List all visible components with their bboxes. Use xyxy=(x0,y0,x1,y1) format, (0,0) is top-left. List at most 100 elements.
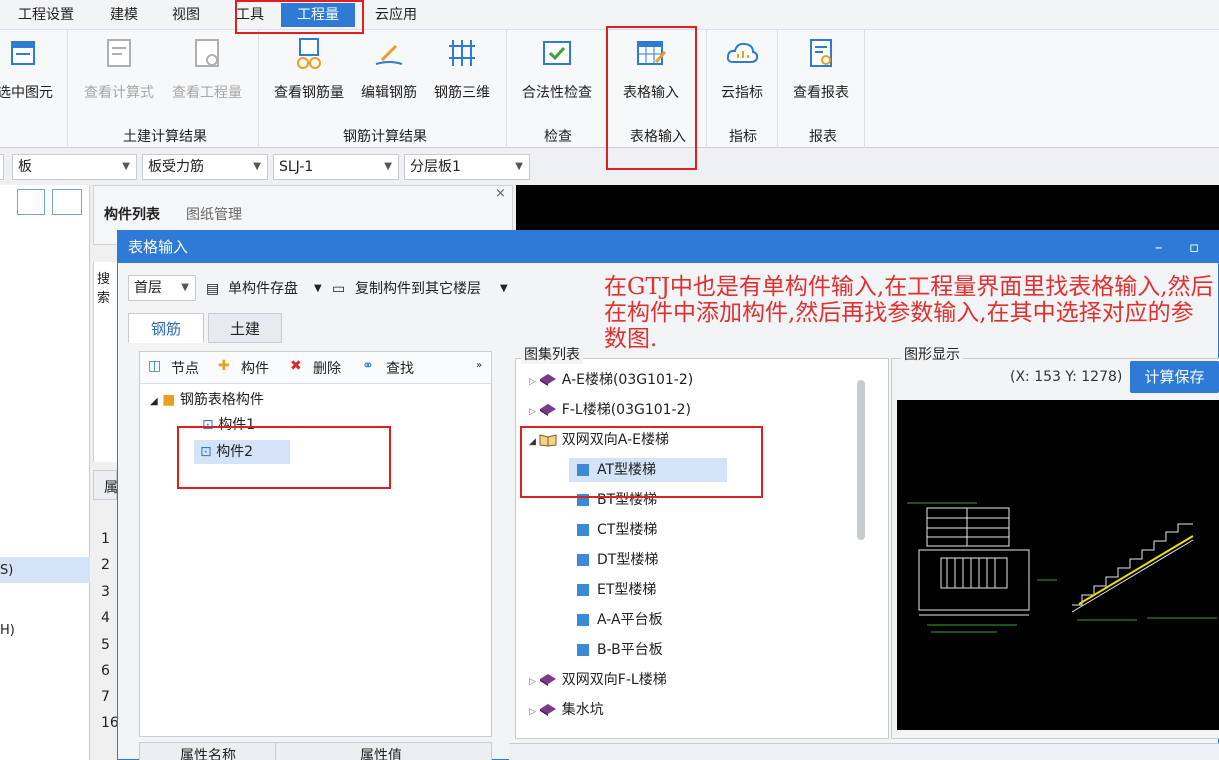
tab-drawing-management[interactable]: 图纸管理 xyxy=(186,204,242,224)
search-label: 搜索 xyxy=(97,272,111,306)
save-single-button[interactable]: 单构件存盘 xyxy=(228,279,298,299)
tree-item-label: 构件1 xyxy=(218,417,256,433)
atlas-item[interactable]: ET型楼梯 xyxy=(574,578,656,602)
floor-select[interactable]: 首层 ▼ xyxy=(128,275,196,301)
select-element-label: 选中图元 xyxy=(0,85,53,101)
drawing-canvas[interactable] xyxy=(516,185,1219,230)
tree-item-component2[interactable]: ⊡ 构件2 xyxy=(194,440,290,464)
grid-view-icon[interactable] xyxy=(52,189,82,215)
layer-value: 分层板1 xyxy=(410,159,461,175)
glasses-icon xyxy=(297,38,321,69)
minimize-icon[interactable]: – xyxy=(1155,231,1163,263)
menu-modeling[interactable]: 建模 xyxy=(110,4,138,26)
tab-civil[interactable]: 土建 xyxy=(208,313,282,343)
row-number: 3 xyxy=(101,584,110,600)
atlas-item[interactable]: DT型楼梯 xyxy=(574,548,658,572)
component-icon: ✚ xyxy=(218,358,230,374)
atlas-item-label: A-E楼梯(03G101-2) xyxy=(561,372,694,388)
chevron-down-icon: ▼ xyxy=(181,282,189,293)
atlas-item-label: F-L楼梯(03G101-2) xyxy=(561,402,691,418)
row-number: 2 xyxy=(101,557,110,573)
table-input-label: 表格输入 xyxy=(623,85,679,101)
atlas-item[interactable]: ▷ 双网双向F-L楼梯 xyxy=(529,668,667,692)
tree-toolbar: ◫ 节点 ✚ 构件 ✖ 删除 ⚭ 查找 » xyxy=(140,352,491,384)
prop-value-header: 属性值 xyxy=(360,748,402,760)
cloud-index-label: 云指标 xyxy=(721,85,763,101)
atlas-item[interactable]: ▷ A-E楼梯(03G101-2) xyxy=(529,368,693,392)
atlas-item-label: CT型楼梯 xyxy=(597,522,658,538)
delete-button[interactable]: 删除 xyxy=(313,358,341,378)
atlas-item-expanded[interactable]: ◢ 双网双向A-E楼梯 xyxy=(529,428,669,452)
add-component-button[interactable]: 构件 xyxy=(241,358,269,378)
rebar-type-select[interactable]: 板受力筋 ▼ xyxy=(142,154,268,180)
drawing-icon xyxy=(577,644,589,656)
report-icon xyxy=(810,39,832,67)
view-report-label: 查看报表 xyxy=(793,85,849,101)
menu-tools[interactable]: 工具 xyxy=(236,4,264,26)
menu-view[interactable]: 视图 xyxy=(172,4,200,26)
more-icon[interactable]: » xyxy=(476,360,482,371)
atlas-item-label: 双网双向F-L楼梯 xyxy=(561,672,667,688)
atlas-item-label: AT型楼梯 xyxy=(597,462,657,478)
table-input-button[interactable]: 表格输入 xyxy=(618,36,684,102)
atlas-list-title: 图集列表 xyxy=(521,344,583,364)
menu-cloud-apps[interactable]: 云应用 xyxy=(375,4,417,26)
view-rebar-button[interactable]: 查看钢筋量 xyxy=(270,36,348,102)
stair-drawing-preview[interactable] xyxy=(897,400,1219,730)
bottom-pane-edge xyxy=(509,743,1219,760)
cloud-index-button[interactable]: 云指标 xyxy=(713,36,771,102)
atlas-item[interactable]: A-A平台板 xyxy=(574,608,663,632)
element-type-value: 板 xyxy=(18,159,32,175)
element-type-select[interactable]: 板 ▼ xyxy=(12,154,137,180)
select-element-button[interactable]: 选中图元 xyxy=(0,36,56,102)
tab-component-list[interactable]: 构件列表 xyxy=(104,204,160,224)
folder-icon: ■ xyxy=(162,392,176,408)
atlas-item-selected[interactable]: AT型楼梯 xyxy=(569,458,727,482)
find-button[interactable]: 查找 xyxy=(386,358,414,378)
chevron-down-icon[interactable]: ▼ xyxy=(500,279,508,299)
component-value: SLJ-1 xyxy=(279,159,314,175)
tree-root[interactable]: ◢ ■ 钢筋表格构件 xyxy=(150,388,264,412)
copy-to-floor-button[interactable]: 复制构件到其它楼层 xyxy=(355,279,481,299)
add-node-button[interactable]: 节点 xyxy=(171,358,199,378)
atlas-item[interactable]: BT型楼梯 xyxy=(574,488,657,512)
validity-check-button[interactable]: 合法性检查 xyxy=(517,36,597,102)
left-item-s: S) xyxy=(0,563,14,578)
group-civil-results: 土建计算结果 xyxy=(123,129,207,145)
collapse-icon: ◢ xyxy=(529,437,539,447)
atlas-scrollbar[interactable] xyxy=(857,380,865,540)
maximize-icon[interactable]: ▫ xyxy=(1189,231,1199,263)
layer-select[interactable]: 分层板1 ▼ xyxy=(404,154,530,180)
atlas-item[interactable]: B-B平台板 xyxy=(574,638,663,662)
edit-rebar-label: 编辑钢筋 xyxy=(361,85,417,101)
chevron-down-icon[interactable]: ▼ xyxy=(314,279,322,299)
stair-drawing xyxy=(907,502,1217,633)
group-check: 检查 xyxy=(544,129,572,145)
list-view-icon[interactable] xyxy=(17,189,45,215)
book-icon xyxy=(539,704,556,716)
view-quantity-button[interactable]: 查看工程量 xyxy=(168,36,246,102)
prop-name-header: 属性名称 xyxy=(180,748,236,760)
book-icon xyxy=(539,404,556,416)
view-formula-label: 查看计算式 xyxy=(84,85,154,101)
component-select[interactable]: SLJ-1 ▼ xyxy=(273,154,399,180)
atlas-item[interactable]: CT型楼梯 xyxy=(574,518,657,542)
atlas-item[interactable]: ▷ F-L楼梯(03G101-2) xyxy=(529,398,691,422)
calc-save-button[interactable]: 计算保存 xyxy=(1130,361,1219,393)
atlas-item-label: 双网双向A-E楼梯 xyxy=(561,432,669,448)
rebar-3d-button[interactable]: 钢筋三维 xyxy=(430,36,494,102)
tab-rebar[interactable]: 钢筋 xyxy=(128,313,204,343)
close-icon[interactable]: × xyxy=(495,186,506,201)
view-report-button[interactable]: 查看报表 xyxy=(788,36,854,102)
component-icon: ⊡ xyxy=(202,417,214,433)
row-number: 1 xyxy=(101,531,110,547)
view-formula-button[interactable]: 查看计算式 xyxy=(80,36,158,102)
atlas-item[interactable]: ▷ 集水坑 xyxy=(529,698,604,722)
menu-project-settings[interactable]: 工程设置 xyxy=(18,4,74,26)
menu-quantity[interactable]: 工程量 xyxy=(281,3,355,27)
floor-value: 首层 xyxy=(134,280,162,296)
tree-item-component1[interactable]: ⊡ 构件1 xyxy=(196,413,261,437)
chevron-down-icon: ▼ xyxy=(122,161,130,172)
edit-rebar-button[interactable]: 编辑钢筋 xyxy=(357,36,421,102)
selector-edge xyxy=(0,154,4,180)
